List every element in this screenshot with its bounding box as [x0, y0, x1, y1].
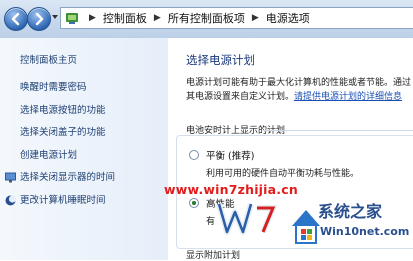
breadcrumb: ▶ 控制面板 ▶ 所有控制面板项 ▶ 电源选项 [83, 8, 311, 28]
plan-description: 利用可用的硬件自动平衡功耗与性能。 [206, 169, 360, 179]
task-link-wake-password[interactable]: 唤醒时需要密码 [20, 82, 115, 105]
show-additional-plans-toggle[interactable]: 显示附加计划 [186, 248, 240, 261]
control-panel-icon [66, 13, 78, 24]
task-link-label: 选择关闭盖子的功能 [20, 127, 106, 138]
history-dropdown-icon[interactable] [52, 15, 58, 19]
description-line: 其电源设置来自定义计划。请提供电源计划的详细信息 [186, 90, 413, 104]
address-bar[interactable]: ▶ 控制面板 ▶ 所有控制面板项 ▶ 电源选项 [60, 7, 413, 29]
page-title: 选择电源计划 [186, 53, 255, 67]
watermark-badge-url: Win10net.com [320, 225, 410, 238]
task-pane: 控制面板主页 唤醒时需要密码 选择电源按钮的功能 选择关闭盖子的功能 创建电源计… [0, 38, 168, 260]
page-description: 电源计划可能有助于最大化计算机的性能或者节能。通过 其电源设置来自定义计划。请提… [186, 76, 413, 104]
task-link-label: 唤醒时需要密码 [20, 82, 87, 93]
task-link-lid-close[interactable]: 选择关闭盖子的功能 [20, 127, 115, 150]
section-divider [264, 130, 413, 131]
breadcrumb-control-panel[interactable]: 控制面板 [102, 10, 148, 26]
task-link-power-button[interactable]: 选择电源按钮的功能 [20, 105, 115, 128]
breadcrumb-separator-icon[interactable]: ▶ [89, 13, 96, 23]
breadcrumb-separator-icon[interactable]: ▶ [252, 13, 259, 23]
task-link-label: 更改计算机睡眠时间 [20, 194, 106, 206]
description-line: 电源计划可能有助于最大化计算机的性能或者节能。通过 [186, 78, 412, 88]
task-link-create-plan[interactable]: 创建电源计划 [20, 150, 115, 173]
address-toolbar: ▶ 控制面板 ▶ 所有控制面板项 ▶ 电源选项 [0, 0, 413, 38]
watermark-badge-name: 系统之家 [318, 202, 383, 221]
breadcrumb-separator-icon[interactable]: ▶ [154, 13, 161, 23]
back-arrow-icon [11, 12, 20, 26]
task-link-sleep-time[interactable]: 更改计算机睡眠时间 [5, 194, 115, 218]
breadcrumb-power-options[interactable]: 电源选项 [265, 10, 311, 26]
plan-name[interactable]: 平衡 (推荐) [206, 148, 254, 162]
plan-details-link[interactable]: 请提供电源计划的详细信息 [294, 92, 402, 102]
monitor-icon [5, 172, 16, 183]
moon-icon [5, 194, 16, 205]
breadcrumb-all-items[interactable]: 所有控制面板项 [167, 10, 246, 26]
task-link-label: 选择电源按钮的功能 [20, 104, 106, 116]
description-text: 其电源设置来自定义计划。 [186, 92, 295, 102]
watermark-url: www.win7zhijia.cn [164, 182, 298, 197]
back-button[interactable] [4, 7, 28, 31]
win7-logo-icon [216, 203, 278, 235]
task-links: 唤醒时需要密码 选择电源按钮的功能 选择关闭盖子的功能 创建电源计划 选择关闭显… [5, 82, 116, 218]
control-panel-home-link[interactable]: 控制面板主页 [20, 52, 77, 66]
forward-button[interactable] [27, 7, 51, 31]
forward-arrow-icon [35, 12, 44, 26]
task-link-label: 选择关闭显示器的时间 [20, 172, 116, 183]
task-link-display-off[interactable]: 选择关闭显示器的时间 [5, 172, 116, 195]
plan-radio-high-performance[interactable] [189, 198, 199, 208]
plan-radio-balanced[interactable] [189, 150, 199, 160]
task-link-label: 创建电源计划 [20, 149, 78, 161]
plan-description: 有 [206, 217, 216, 227]
